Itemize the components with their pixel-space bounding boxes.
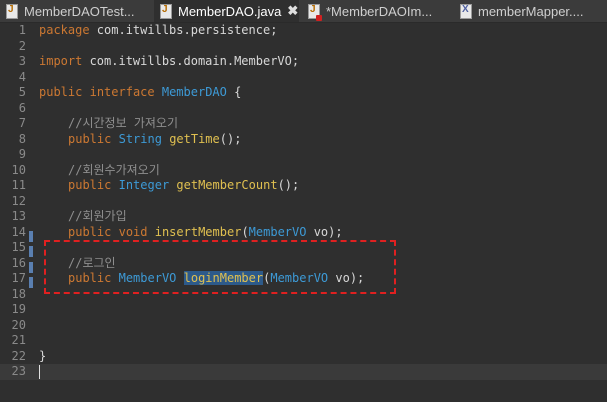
code-line-11[interactable]: 11 public Integer getMemberCount(); bbox=[0, 178, 607, 194]
code-line-14[interactable]: 14 public void insertMember(MemberVO vo); bbox=[0, 225, 607, 241]
tab-memberdaoimpl[interactable]: *MemberDAOIm... bbox=[302, 0, 450, 22]
tab-label: MemberDAO.java bbox=[178, 3, 282, 19]
code-line-7[interactable]: 7//시간정보 가져오기 bbox=[0, 116, 607, 132]
code-line-10[interactable]: 10//회원수가져오기 bbox=[0, 163, 607, 179]
editor-tab-bar: MemberDAOTest... MemberDAO.java ✖ *Membe… bbox=[0, 0, 607, 23]
tab-label: *MemberDAOIm... bbox=[326, 3, 433, 19]
code-line-6[interactable]: 6 bbox=[0, 101, 607, 117]
code-line-12[interactable]: 12 bbox=[0, 194, 607, 210]
xml-file-icon bbox=[460, 3, 472, 19]
code-line-21[interactable]: 21 bbox=[0, 333, 607, 349]
code-line-20[interactable]: 20 bbox=[0, 318, 607, 334]
tab-membermapper[interactable]: memberMapper.... bbox=[454, 0, 607, 22]
code-line-23[interactable]: 23 bbox=[0, 364, 607, 380]
tab-label: MemberDAOTest... bbox=[24, 3, 135, 19]
code-line-8[interactable]: 8 public String getTime(); bbox=[0, 132, 607, 148]
code-line-19[interactable]: 19 bbox=[0, 302, 607, 318]
annotation-highlight-box bbox=[44, 240, 396, 294]
java-file-icon bbox=[6, 3, 18, 19]
text-caret bbox=[39, 364, 40, 379]
code-line-2[interactable]: 2 bbox=[0, 39, 607, 55]
close-tab-icon[interactable]: ✖ bbox=[287, 3, 298, 19]
code-line-22[interactable]: 22} bbox=[0, 349, 607, 365]
java-file-error-icon bbox=[308, 3, 322, 21]
code-line-4[interactable]: 4 bbox=[0, 70, 607, 86]
code-editor[interactable]: 1 package com.itwillbs.persistence; 2 3 im… bbox=[0, 23, 607, 402]
tab-label: memberMapper.... bbox=[478, 3, 584, 19]
code-line-3[interactable]: 3 import com.itwillbs.domain.MemberVO; bbox=[0, 54, 607, 70]
code-line-5[interactable]: 5 public interface MemberDAO { bbox=[0, 85, 607, 101]
tab-memberdaotest[interactable]: MemberDAOTest... bbox=[0, 0, 150, 22]
code-line-13[interactable]: 13//회원가입 bbox=[0, 209, 607, 225]
code-line-1[interactable]: 1 package com.itwillbs.persistence; bbox=[0, 23, 607, 39]
tab-memberdao-java[interactable]: MemberDAO.java ✖ bbox=[154, 0, 299, 22]
java-file-icon bbox=[160, 3, 172, 19]
code-line-9[interactable]: 9 bbox=[0, 147, 607, 163]
